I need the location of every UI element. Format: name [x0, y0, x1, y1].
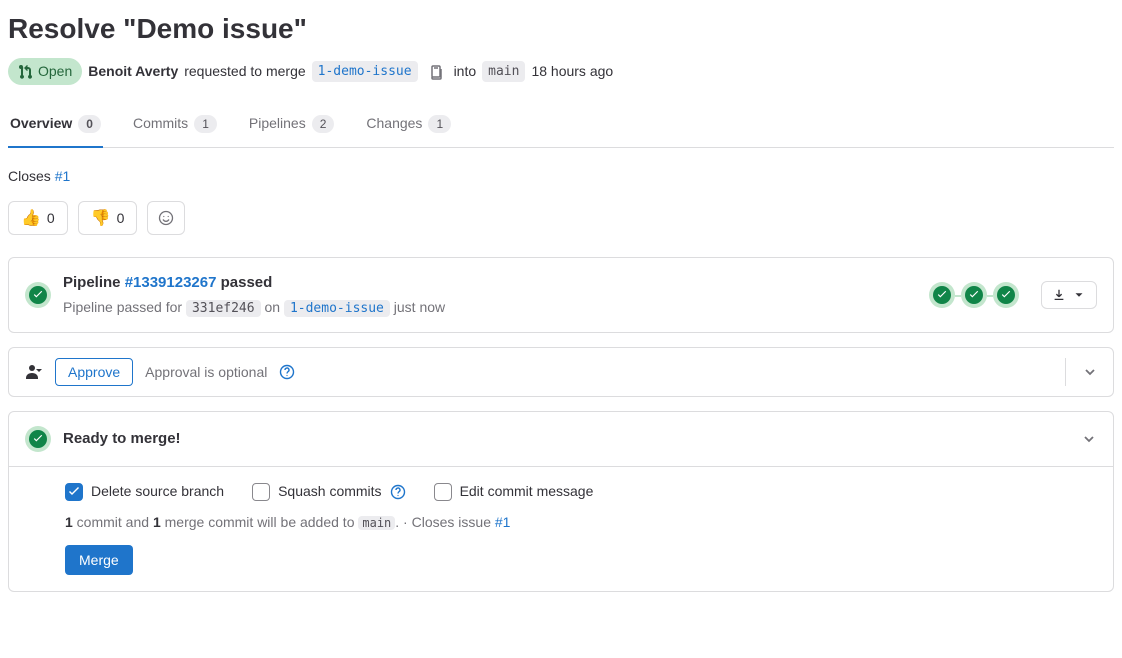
pipeline-sub-prefix: Pipeline passed for — [63, 299, 186, 315]
thumbs-up-icon: 👍 — [21, 208, 41, 228]
pipeline-stage-2[interactable] — [961, 282, 987, 308]
pipeline-title-suffix: passed — [216, 274, 272, 291]
pipeline-title: Pipeline #1339123267 passed — [63, 272, 917, 295]
tab-label: Pipelines — [249, 113, 306, 134]
pipeline-stage-1[interactable] — [929, 282, 955, 308]
tab-changes[interactable]: Changes 1 — [364, 103, 453, 148]
tab-commits[interactable]: Commits 1 — [131, 103, 219, 148]
chevron-down-icon — [1081, 431, 1097, 447]
tab-counter: 1 — [194, 115, 217, 133]
pipeline-sub-on: on — [261, 299, 284, 315]
reactions-row: 👍 0 👎 0 — [8, 201, 1114, 235]
thumbs-down-button[interactable]: 👎 0 — [78, 201, 138, 235]
into-text: into — [454, 61, 477, 82]
check-icon — [33, 434, 43, 444]
author-name[interactable]: Benoit Averty — [88, 61, 178, 82]
merge-button[interactable]: Merge — [65, 545, 133, 575]
checkbox-checked-icon — [65, 483, 83, 501]
merge-status-icon — [25, 426, 51, 452]
pipeline-panel: Pipeline #1339123267 passed Pipeline pas… — [8, 257, 1114, 333]
edit-commit-message-label: Edit commit message — [460, 481, 594, 502]
pipeline-stages — [929, 282, 1019, 308]
tab-overview[interactable]: Overview 0 — [8, 103, 103, 148]
merge-expand-toggle[interactable] — [1065, 426, 1113, 452]
tab-bar: Overview 0 Commits 1 Pipelines 2 Changes… — [8, 103, 1114, 148]
chevron-down-icon — [1072, 288, 1086, 302]
tab-counter: 1 — [428, 115, 451, 133]
pipeline-status-icon — [25, 282, 51, 308]
status-badge: Open — [8, 58, 82, 85]
check-icon — [1001, 290, 1011, 300]
merge-target-branch: main — [358, 516, 395, 530]
merge-summary-text2: merge commit will be added to — [161, 514, 359, 530]
copy-branch-button[interactable] — [424, 60, 448, 84]
approval-optional-text: Approval is optional — [145, 362, 267, 383]
check-icon — [969, 290, 979, 300]
approvers-icon[interactable] — [25, 363, 43, 381]
delete-source-branch-label: Delete source branch — [91, 481, 224, 502]
tab-label: Commits — [133, 113, 188, 134]
merge-request-icon — [18, 64, 34, 80]
thumbs-down-count: 0 — [117, 210, 125, 226]
mr-timestamp: 18 hours ago — [531, 61, 613, 82]
squash-commits-checkbox[interactable]: Squash commits — [252, 481, 405, 502]
tab-counter: 2 — [312, 115, 335, 133]
checkbox-unchecked-icon — [434, 483, 452, 501]
artifacts-dropdown-button[interactable] — [1041, 281, 1097, 309]
merge-panel: Ready to merge! Delete source branch Squ… — [8, 411, 1114, 592]
edit-commit-message-checkbox[interactable]: Edit commit message — [434, 481, 594, 502]
approval-expand-toggle[interactable] — [1065, 358, 1113, 386]
pipeline-commit-sha[interactable]: 331ef246 — [186, 300, 261, 317]
merge-summary-text1: commit and — [73, 514, 153, 530]
tab-counter: 0 — [78, 115, 101, 133]
chevron-down-icon — [1082, 364, 1098, 380]
merge-summary-dot: . · Closes issue — [395, 514, 495, 530]
thumbs-down-icon: 👎 — [91, 208, 111, 228]
check-icon — [937, 290, 947, 300]
add-reaction-button[interactable] — [147, 201, 185, 235]
mr-title: Resolve "Demo issue" — [8, 8, 1114, 50]
request-text: requested to merge — [184, 61, 305, 82]
delete-source-branch-checkbox[interactable]: Delete source branch — [65, 481, 224, 502]
merge-mergecommit-count: 1 — [153, 514, 161, 530]
approve-button[interactable]: Approve — [55, 358, 133, 386]
tab-label: Overview — [10, 113, 72, 134]
pipeline-branch[interactable]: 1-demo-issue — [284, 300, 390, 317]
pipeline-id-link[interactable]: #1339123267 — [125, 274, 217, 291]
thumbs-up-count: 0 — [47, 210, 55, 226]
merge-summary: 1 commit and 1 merge commit will be adde… — [65, 512, 1097, 533]
check-icon — [33, 290, 43, 300]
merge-ready-title: Ready to merge! — [63, 428, 1053, 451]
closes-issue-link[interactable]: #1 — [495, 514, 511, 530]
target-branch[interactable]: main — [482, 61, 525, 83]
smiley-icon — [158, 210, 174, 226]
clipboard-icon — [428, 64, 444, 80]
pipeline-title-prefix: Pipeline — [63, 274, 125, 291]
status-label: Open — [38, 61, 72, 82]
source-branch[interactable]: 1-demo-issue — [312, 61, 418, 83]
merge-commit-count: 1 — [65, 514, 73, 530]
squash-commits-label: Squash commits — [278, 481, 381, 502]
closes-issue-link[interactable]: #1 — [55, 168, 71, 184]
approval-panel: Approve Approval is optional — [8, 347, 1114, 397]
pipeline-sub-time: just now — [390, 299, 445, 315]
pipeline-subtitle: Pipeline passed for 331ef246 on 1-demo-i… — [63, 297, 917, 319]
closes-text: Closes — [8, 168, 55, 184]
tab-pipelines[interactable]: Pipelines 2 — [247, 103, 337, 148]
mr-meta-row: Open Benoit Averty requested to merge 1-… — [8, 58, 1114, 85]
thumbs-up-button[interactable]: 👍 0 — [8, 201, 68, 235]
pipeline-stage-3[interactable] — [993, 282, 1019, 308]
tab-label: Changes — [366, 113, 422, 134]
help-icon[interactable] — [390, 484, 406, 500]
help-icon[interactable] — [279, 364, 295, 380]
download-icon — [1052, 288, 1066, 302]
mr-description: Closes #1 — [8, 166, 1114, 187]
checkbox-unchecked-icon — [252, 483, 270, 501]
